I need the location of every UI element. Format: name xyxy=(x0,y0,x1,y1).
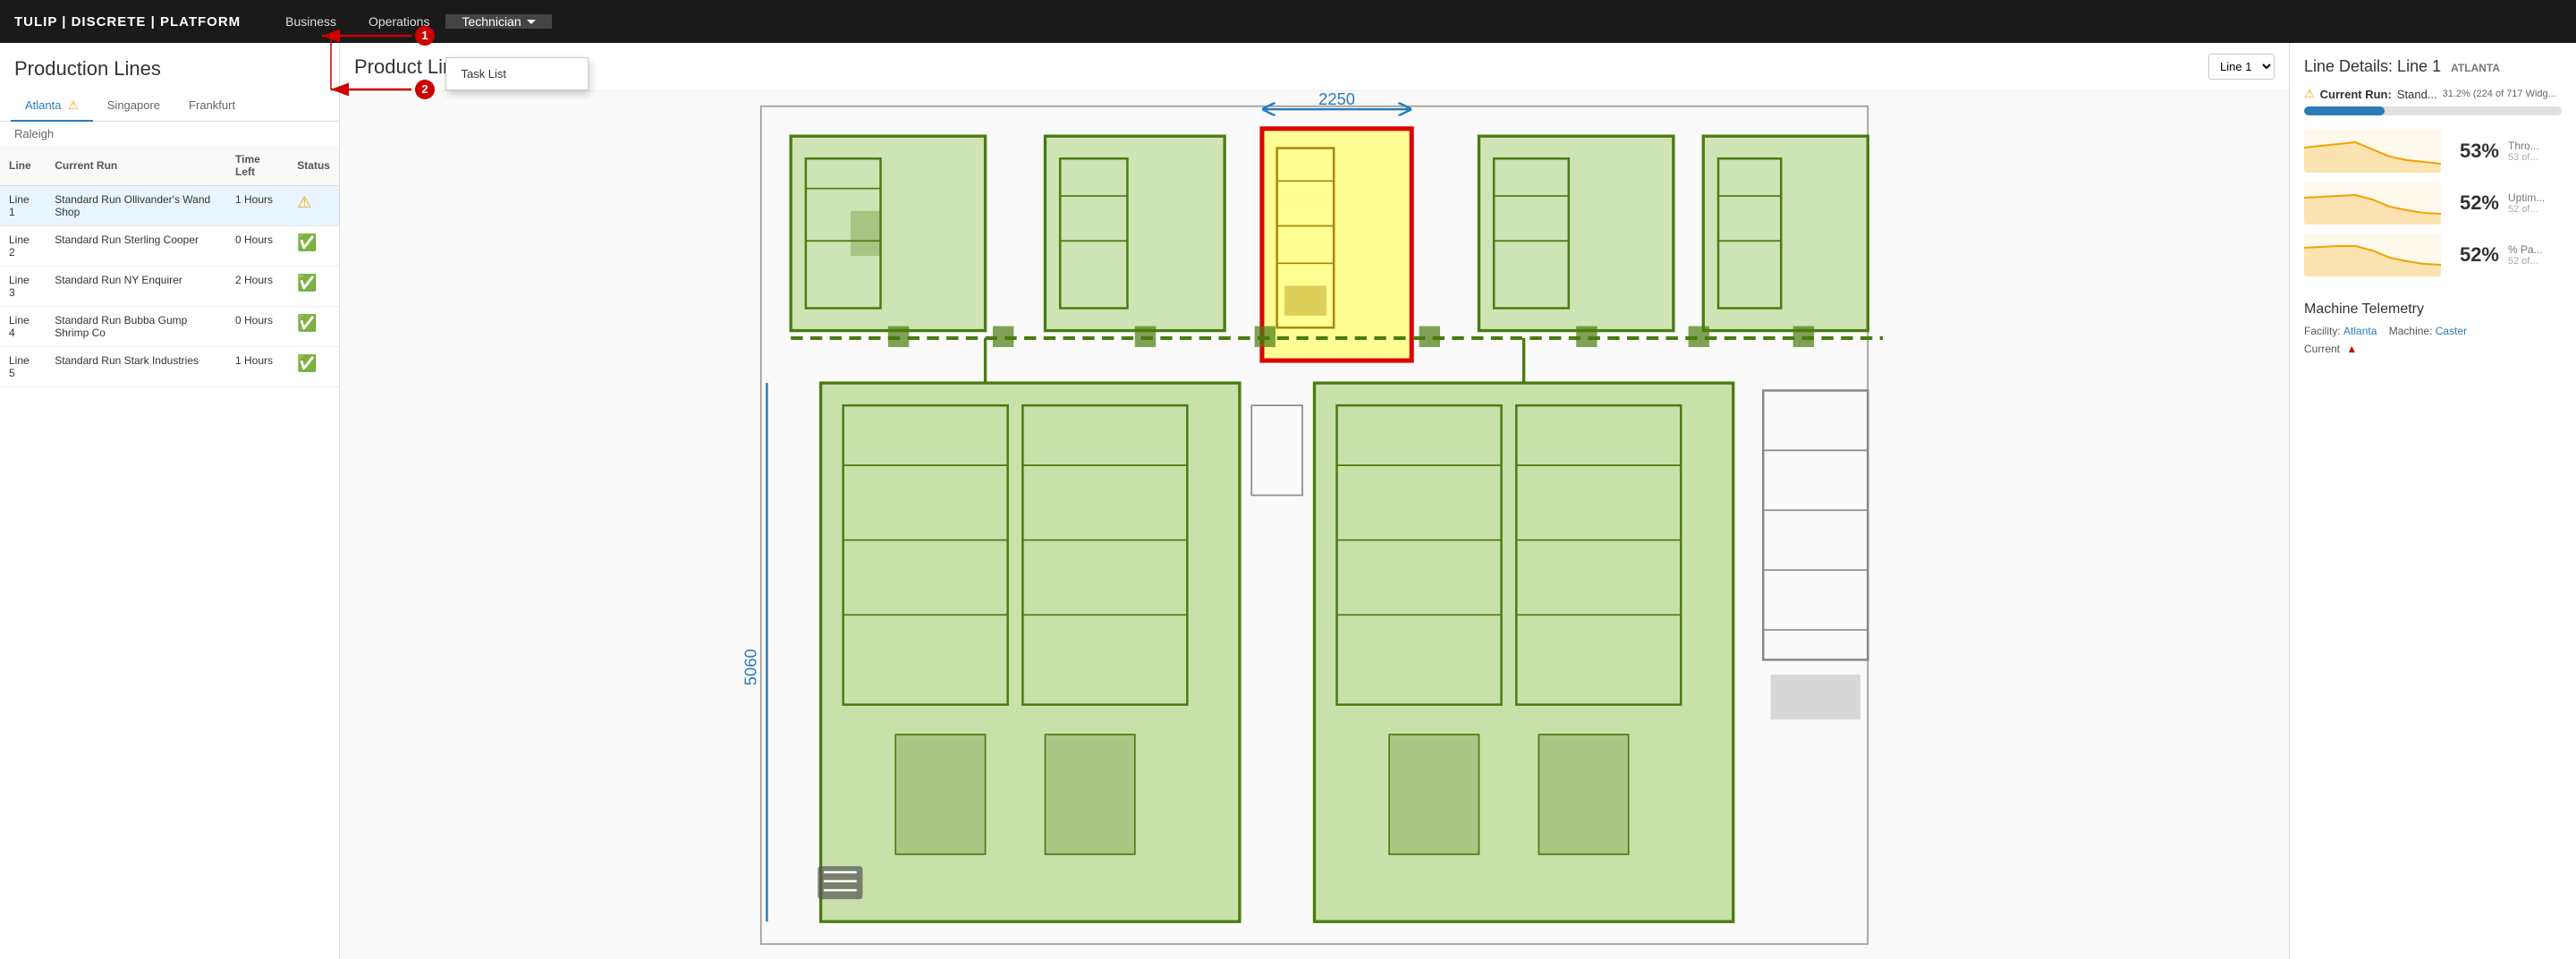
warning-icon-atlanta: ⚠ xyxy=(68,98,79,112)
cell-line: Line 4 xyxy=(0,307,46,347)
main-layout: Production Lines Atlanta ⚠ Singapore Fra… xyxy=(0,43,2576,959)
progress-bar xyxy=(2304,106,2562,115)
warning-icon-run: ⚠ xyxy=(2304,87,2315,101)
current-run-label: ⚠ Current Run: Stand... 31.2% (224 of 71… xyxy=(2304,87,2562,101)
cell-status: ✅ xyxy=(288,347,339,387)
cell-status: ✅ xyxy=(288,226,339,267)
floor-diagram: 2250 5060 xyxy=(340,91,2289,959)
telemetry-facility: Facility: Atlanta Machine: Caster xyxy=(2304,325,2562,337)
sparkline-uptime xyxy=(2304,182,2441,225)
col-line: Line xyxy=(0,146,46,186)
table-row[interactable]: Line 3Standard Run NY Enquirer2 Hours ✅ xyxy=(0,267,339,307)
app-logo: TULIP | DISCRETE | PLATFORM xyxy=(14,14,241,30)
nav-technician[interactable]: Technician xyxy=(445,14,551,29)
right-panel: Line Details: Line 1 ATLANTA ⚠ Current R… xyxy=(2290,43,2576,959)
left-panel: Production Lines Atlanta ⚠ Singapore Fra… xyxy=(0,43,340,959)
floor-plan-svg: 2250 5060 xyxy=(340,91,2289,959)
facility-value[interactable]: Atlanta xyxy=(2343,325,2377,337)
pacemaker-value: 52% xyxy=(2450,243,2499,267)
warning-status-icon: ⚠ xyxy=(297,193,311,211)
cell-current-run: Standard Run Sterling Cooper xyxy=(46,226,226,267)
ok-status-icon: ✅ xyxy=(297,274,317,292)
current-run-section: ⚠ Current Run: Stand... 31.2% (224 of 71… xyxy=(2304,87,2562,115)
machine-br[interactable] xyxy=(1315,383,1733,921)
machine-tr1[interactable] xyxy=(1479,136,1673,330)
ok-status-icon: ✅ xyxy=(297,354,317,372)
tab-frankfurt[interactable]: Frankfurt xyxy=(174,91,250,122)
cell-current-run: Standard Run Stark Industries xyxy=(46,347,226,387)
chevron-down-icon xyxy=(527,20,536,24)
table-row[interactable]: Line 5Standard Run Stark Industries1 Hou… xyxy=(0,347,339,387)
table-header-row: Line Current Run Time Left Status xyxy=(0,146,339,186)
uptime-label: Uptim... 52 of... xyxy=(2508,191,2562,215)
throughput-value: 53% xyxy=(2450,140,2499,163)
ok-status-icon: ✅ xyxy=(297,233,317,251)
line-selector[interactable]: Line 1 Line 2 Line 3 xyxy=(2208,54,2275,80)
middle-panel: Product Line Floor Line 1 Line 2 Line 3 xyxy=(340,43,2290,959)
sparkline-pacemaker xyxy=(2304,233,2441,276)
cell-current-run: Standard Run NY Enquirer xyxy=(46,267,226,307)
machine-tl1[interactable] xyxy=(791,136,985,330)
uptime-value: 52% xyxy=(2450,191,2499,215)
dimension-width-label: 2250 xyxy=(1318,91,1355,108)
cell-current-run: Standard Run Bubba Gump Shrimp Co xyxy=(46,307,226,347)
throughput-label: Thro... 53 of... xyxy=(2508,140,2562,163)
machine-bl[interactable] xyxy=(821,383,1240,921)
col-current-run: Current Run xyxy=(46,146,226,186)
middle-header: Product Line Floor Line 1 Line 2 Line 3 xyxy=(340,43,2289,91)
machine-tl2[interactable] xyxy=(1045,136,1224,330)
metric-pacemaker: 52% % Pa... 52 of... xyxy=(2304,233,2562,276)
machine-selected[interactable] xyxy=(1262,129,1411,361)
task-list-item[interactable]: Task List xyxy=(446,58,588,89)
col-status: Status xyxy=(288,146,339,186)
production-lines-title: Production Lines xyxy=(0,43,339,88)
cell-time-left: 1 Hours xyxy=(226,347,288,387)
cell-time-left: 0 Hours xyxy=(226,226,288,267)
nav-operations[interactable]: Operations xyxy=(352,0,445,43)
cell-line: Line 1 xyxy=(0,186,46,226)
table-row[interactable]: Line 4Standard Run Bubba Gump Shrimp Co0… xyxy=(0,307,339,347)
dimension-height-label: 5060 xyxy=(741,649,760,685)
top-nav: TULIP | DISCRETE | PLATFORM Business Ope… xyxy=(0,0,2576,43)
tab-singapore[interactable]: Singapore xyxy=(93,91,174,122)
metrics-section: 53% Thro... 53 of... 52% Uptim... xyxy=(2304,130,2562,285)
production-lines-table: Line Current Run Time Left Status Line 1… xyxy=(0,146,339,387)
cell-time-left: 0 Hours xyxy=(226,307,288,347)
technician-menu: Task List xyxy=(445,57,589,90)
cell-time-left: 2 Hours xyxy=(226,267,288,307)
cell-status: ⚠ xyxy=(288,186,339,226)
city-badge: ATLANTA xyxy=(2451,62,2500,74)
cell-status: ✅ xyxy=(288,307,339,347)
machine-tr2[interactable] xyxy=(1703,136,1868,330)
col-time-left: Time Left xyxy=(226,146,288,186)
cell-line: Line 5 xyxy=(0,347,46,387)
sub-tab-raleigh[interactable]: Raleigh xyxy=(0,122,339,146)
cell-time-left: 1 Hours xyxy=(226,186,288,226)
sparkline-throughput xyxy=(2304,130,2441,173)
metric-uptime: 52% Uptim... 52 of... xyxy=(2304,182,2562,225)
cell-line: Line 3 xyxy=(0,267,46,307)
cell-line: Line 2 xyxy=(0,226,46,267)
nav-business[interactable]: Business xyxy=(269,0,352,43)
line-details-title: Line Details: Line 1 ATLANTA xyxy=(2304,57,2562,76)
nav-technician-dropdown: Technician Task List xyxy=(445,14,551,29)
tab-atlanta[interactable]: Atlanta ⚠ xyxy=(11,91,93,122)
cell-current-run: Standard Run Ollivander's Wand Shop xyxy=(46,186,226,226)
current-warning-icon: ▲ xyxy=(2346,343,2357,355)
table-row[interactable]: Line 1Standard Run Ollivander's Wand Sho… xyxy=(0,186,339,226)
machine-telemetry-title: Machine Telemetry xyxy=(2304,301,2562,318)
location-tabs: Atlanta ⚠ Singapore Frankfurt xyxy=(0,88,339,122)
progress-bar-fill xyxy=(2304,106,2385,115)
ok-status-icon: ✅ xyxy=(297,314,317,332)
cell-status: ✅ xyxy=(288,267,339,307)
telemetry-current: Current ▲ xyxy=(2304,343,2562,355)
pacemaker-label: % Pa... 52 of... xyxy=(2508,243,2562,267)
metric-throughput: 53% Thro... 53 of... xyxy=(2304,130,2562,173)
machine-value[interactable]: Caster xyxy=(2436,325,2467,337)
table-row[interactable]: Line 2Standard Run Sterling Cooper0 Hour… xyxy=(0,226,339,267)
